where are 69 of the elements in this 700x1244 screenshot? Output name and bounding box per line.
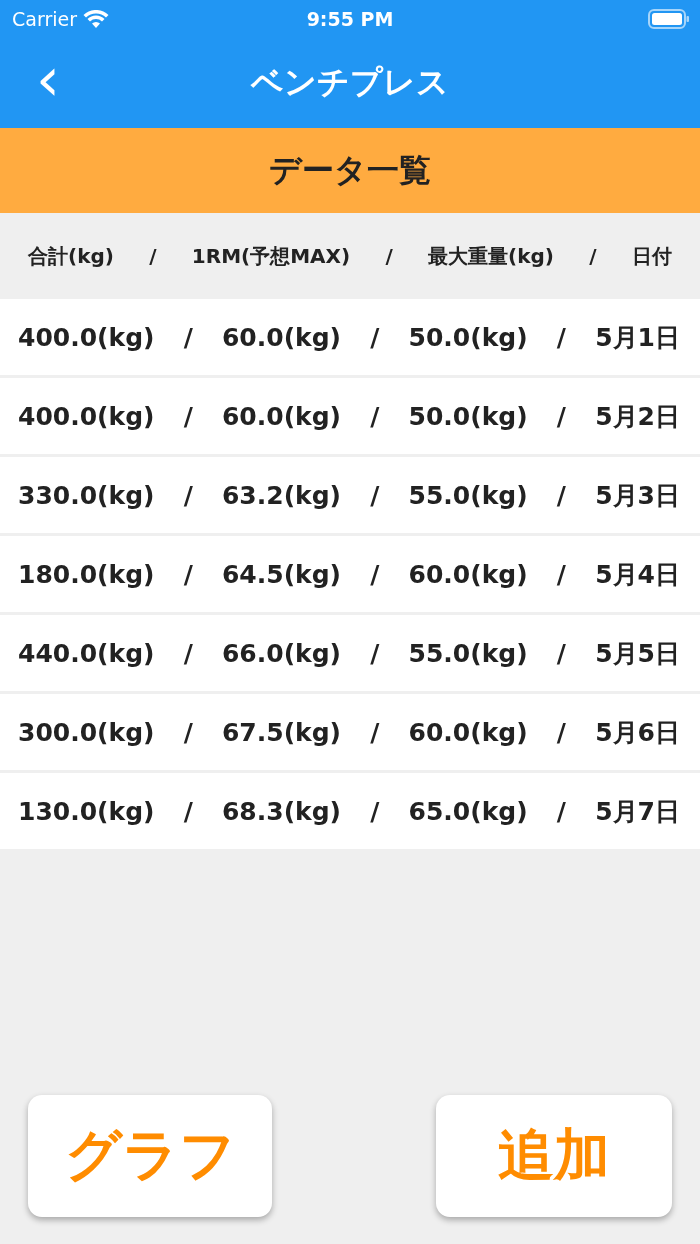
table-cell-text: 5月4日 [595, 558, 680, 591]
table-cell: 400.0(kg) [18, 322, 155, 352]
table-cell: / [183, 401, 193, 431]
table-cell: 130.0(kg) [18, 796, 155, 826]
table-cell: 60.0(kg) [221, 322, 342, 352]
table-cell: 330.0(kg) [18, 480, 155, 510]
wifi-icon [83, 9, 109, 29]
table-cell: / [183, 796, 193, 826]
table-cell: 50.0(kg) [408, 401, 528, 431]
data-row[interactable]: 400.0(kg) / 60.0(kg) / 50.0(kg) / 5月2日 [0, 378, 700, 454]
table-cell: / [370, 796, 380, 826]
table-cell: 63.2(kg) [221, 480, 342, 510]
table-cell: 60.0(kg) [408, 717, 528, 747]
table-cell: 68.3(kg) [221, 796, 342, 826]
table-cell-text: 5月2日 [595, 400, 680, 433]
column-header: 1RM(予想MAX) [191, 242, 351, 270]
table-cell: / [556, 559, 566, 589]
table-cell: / [556, 638, 566, 668]
table-cell: / [183, 638, 193, 668]
table-cell: 60.0(kg) [221, 401, 342, 431]
battery-icon [648, 9, 690, 29]
table-cell: 64.5(kg) [221, 559, 342, 589]
table-cell: / [556, 796, 566, 826]
table-cell-text: 5月5日 [595, 637, 680, 670]
table-cell: 66.0(kg) [221, 638, 342, 668]
table-cell: 55.0(kg) [408, 638, 528, 668]
screen-title: ベンチプレス [251, 62, 449, 103]
table-cell: 180.0(kg) [18, 559, 155, 589]
table-cell: 50.0(kg) [408, 322, 528, 352]
table-cell-text: 5月6日 [595, 716, 680, 749]
column-header: / [589, 244, 597, 268]
table-cell: 300.0(kg) [18, 717, 155, 747]
data-row[interactable]: 180.0(kg) / 64.5(kg) / 60.0(kg) / 5月4日 [0, 536, 700, 612]
status-time: 9:55 PM [305, 8, 395, 30]
column-header: 最大重量(kg) [428, 242, 554, 270]
data-row[interactable]: 300.0(kg) / 67.5(kg) / 60.0(kg) / 5月6日 [0, 694, 700, 770]
table-cell-text: 5月3日 [595, 479, 680, 512]
table-cell: / [556, 401, 566, 431]
table-cell-text: 5月7日 [595, 795, 680, 828]
data-row[interactable]: 330.0(kg) / 63.2(kg) / 55.0(kg) / 5月3日 [0, 457, 700, 533]
table-cell-text: 5月1日 [595, 321, 680, 354]
table-cell: 65.0(kg) [408, 796, 528, 826]
column-header: 日付 [631, 242, 672, 270]
table-cell: / [370, 638, 380, 668]
table-cell: / [370, 480, 380, 510]
table-cell: / [183, 559, 193, 589]
table-cell: 60.0(kg) [408, 559, 528, 589]
column-header: / [149, 244, 157, 268]
table-cell: / [183, 480, 193, 510]
table-cell: / [556, 480, 566, 510]
table-cell: / [370, 559, 380, 589]
table-cell: / [370, 401, 380, 431]
table-cell: / [370, 717, 380, 747]
table-cell: / [556, 322, 566, 352]
table-cell: 440.0(kg) [18, 638, 155, 668]
carrier-label: Carrier [12, 8, 77, 30]
column-header: / [385, 244, 393, 268]
table-cell: / [556, 717, 566, 747]
column-header: 合計(kg) [28, 242, 114, 270]
table-cell: 67.5(kg) [221, 717, 342, 747]
section-title: データ一覧 [269, 149, 431, 191]
table-cell: / [183, 322, 193, 352]
data-row[interactable]: 130.0(kg) / 68.3(kg) / 65.0(kg) / 5月7日 [0, 773, 700, 849]
table-cell: 55.0(kg) [408, 480, 528, 510]
data-row[interactable]: 400.0(kg) / 60.0(kg) / 50.0(kg) / 5月1日 [0, 299, 700, 375]
table-cell: / [183, 717, 193, 747]
data-row[interactable]: 440.0(kg) / 66.0(kg) / 55.0(kg) / 5月5日 [0, 615, 700, 691]
table-cell: / [370, 322, 380, 352]
table-cell: 400.0(kg) [18, 401, 155, 431]
